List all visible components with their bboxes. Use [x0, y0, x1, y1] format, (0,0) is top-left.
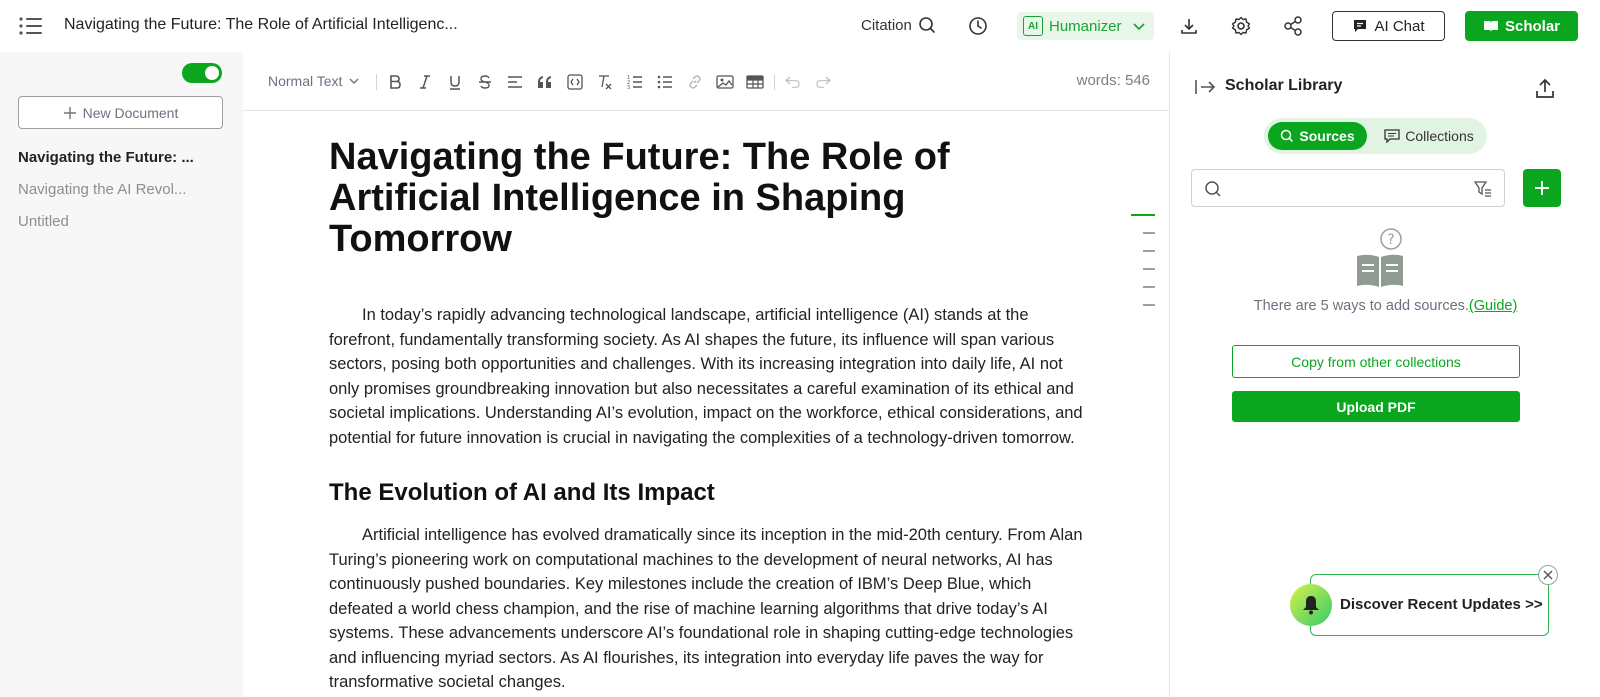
document-title: Navigating the Future: The Role of Artif… — [64, 16, 458, 33]
history-icon[interactable] — [965, 13, 991, 39]
search-icon — [918, 16, 936, 34]
strikethrough-icon[interactable] — [475, 72, 495, 92]
search-icon — [1204, 180, 1222, 198]
clear-format-icon[interactable] — [595, 72, 615, 92]
text-style-select[interactable]: Normal Text — [268, 73, 360, 89]
section-paragraph[interactable]: Artificial intelligence has evolved dram… — [329, 523, 1089, 695]
menu-icon[interactable] — [18, 13, 44, 39]
copy-from-collections-button[interactable]: Copy from other collections — [1232, 345, 1520, 378]
document-item[interactable]: Navigating the Future: ... — [18, 148, 228, 180]
section-heading[interactable]: The Evolution of AI and Its Impact — [329, 477, 1089, 509]
outline-marker[interactable] — [1125, 224, 1155, 242]
intro-paragraph[interactable]: In today’s rapidly advancing technologic… — [329, 303, 1089, 450]
empty-library-icon: ? — [1351, 227, 1411, 287]
formatting-toolbar: Normal Text 123 words: 546 — [243, 52, 1170, 111]
outline-marker[interactable] — [1125, 278, 1155, 296]
guide-link[interactable]: (Guide) — [1469, 298, 1517, 314]
link-icon[interactable] — [685, 72, 705, 92]
plus-icon — [1533, 179, 1551, 197]
ai-badge-icon: AI — [1023, 16, 1043, 36]
outline-marker[interactable] — [1125, 206, 1155, 224]
collapse-panel-icon[interactable] — [1193, 77, 1217, 97]
comment-icon — [1384, 129, 1400, 143]
share-icon[interactable] — [1280, 13, 1306, 39]
updates-label[interactable]: Discover Recent Updates >> — [1340, 596, 1543, 613]
toolbar-divider — [774, 74, 775, 90]
source-tabs: Sources Collections — [1264, 118, 1487, 154]
plus-icon — [63, 106, 77, 120]
tab-sources[interactable]: Sources — [1268, 122, 1367, 150]
scholar-button[interactable]: Scholar — [1465, 11, 1578, 41]
tab-collections[interactable]: Collections — [1374, 122, 1484, 150]
source-search-input[interactable] — [1191, 169, 1505, 207]
image-icon[interactable] — [715, 72, 735, 92]
updates-popup[interactable]: Discover Recent Updates >> — [1310, 574, 1549, 636]
document-item[interactable]: Navigating the AI Revol... — [18, 180, 228, 212]
bold-icon[interactable] — [385, 72, 405, 92]
redo-icon[interactable] — [813, 72, 833, 92]
scholar-label: Scholar — [1504, 17, 1561, 35]
chevron-down-icon — [1132, 19, 1146, 33]
ordered-list-icon[interactable]: 123 — [625, 72, 645, 92]
toolbar-divider — [376, 74, 377, 90]
chat-icon — [1352, 18, 1368, 34]
new-document-label: New Document — [82, 104, 179, 121]
tab-sources-label: Sources — [1299, 128, 1355, 144]
humanizer-label: Humanizer — [1049, 17, 1122, 35]
underline-icon[interactable] — [445, 72, 465, 92]
empty-message-text: There are 5 ways to add sources. — [1253, 298, 1469, 314]
bell-icon — [1290, 584, 1332, 626]
outline-marker[interactable] — [1125, 296, 1155, 314]
outline-marker[interactable] — [1125, 242, 1155, 260]
bullet-list-icon[interactable] — [655, 72, 675, 92]
panel-title: Scholar Library — [1225, 77, 1343, 94]
svg-text:?: ? — [1387, 232, 1394, 248]
document-content[interactable]: Navigating the Future: The Role of Artif… — [329, 137, 1089, 695]
table-icon[interactable] — [745, 72, 765, 92]
tab-collections-label: Collections — [1405, 128, 1474, 144]
filter-icon[interactable] — [1474, 180, 1492, 198]
document-outline[interactable] — [1125, 206, 1155, 314]
humanizer-dropdown[interactable]: AI Humanizer — [1017, 12, 1154, 40]
document-heading[interactable]: Navigating the Future: The Role of Artif… — [329, 137, 1089, 260]
outline-marker[interactable] — [1125, 260, 1155, 278]
editor-area: Normal Text 123 words: 546 Navigating th… — [243, 52, 1170, 697]
document-list: Navigating the Future: ... Navigating th… — [18, 148, 228, 244]
gear-icon[interactable] — [1228, 13, 1254, 39]
align-left-icon[interactable] — [505, 72, 525, 92]
empty-message: There are 5 ways to add sources.(Guide) — [1171, 298, 1600, 314]
svg-text:3: 3 — [627, 85, 630, 90]
citation-label: Citation — [861, 16, 912, 34]
chevron-down-icon — [348, 75, 360, 87]
code-block-icon[interactable] — [565, 72, 585, 92]
italic-icon[interactable] — [415, 72, 435, 92]
close-icon[interactable] — [1538, 565, 1558, 585]
book-icon — [1483, 18, 1499, 34]
undo-icon[interactable] — [783, 72, 803, 92]
document-sidebar: New Document Navigating the Future: ... … — [0, 52, 243, 697]
ai-chat-label: AI Chat — [1374, 17, 1425, 35]
upload-pdf-button[interactable]: Upload PDF — [1232, 391, 1520, 422]
word-count: words: 546 — [1076, 72, 1150, 89]
text-style-label: Normal Text — [268, 73, 343, 89]
new-document-button[interactable]: New Document — [18, 96, 223, 129]
download-icon[interactable] — [1176, 13, 1202, 39]
ai-chat-button[interactable]: AI Chat — [1332, 11, 1445, 41]
sidebar-toggle[interactable] — [182, 63, 222, 83]
upload-icon[interactable] — [1533, 77, 1557, 101]
citation-button[interactable]: Citation — [861, 16, 936, 34]
top-bar: Navigating the Future: The Role of Artif… — [0, 0, 1600, 52]
quote-icon[interactable] — [535, 72, 555, 92]
document-item[interactable]: Untitled — [18, 212, 228, 244]
add-source-button[interactable] — [1523, 169, 1561, 207]
search-icon — [1280, 129, 1294, 143]
